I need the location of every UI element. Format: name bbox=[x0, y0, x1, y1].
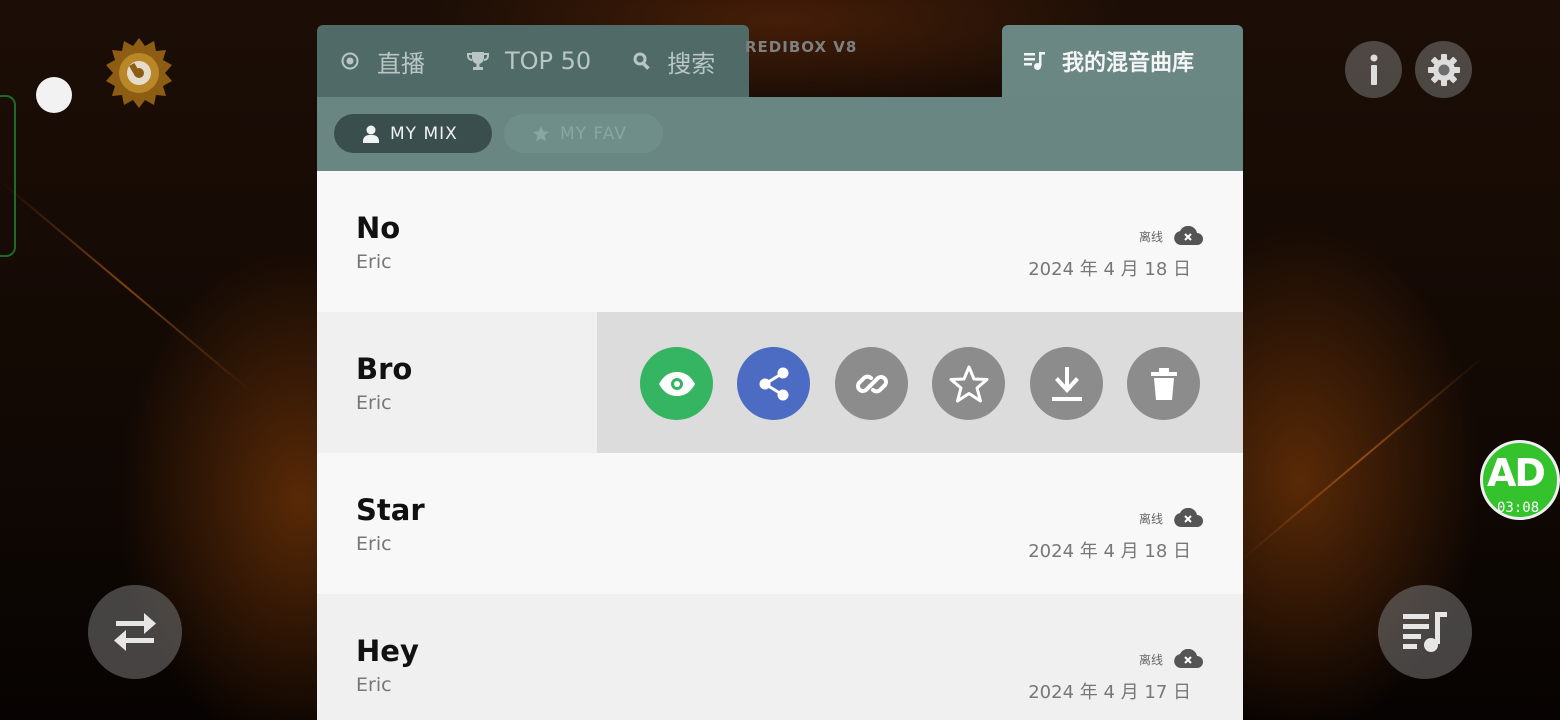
tab-search-label: 搜索 bbox=[667, 49, 716, 78]
tab-top50-label: TOP 50 bbox=[505, 47, 592, 75]
mix-date: 2024 年 4 月 17 日 bbox=[1028, 682, 1191, 703]
row-action-bar bbox=[597, 312, 1243, 453]
offline-label: 离线 bbox=[1138, 229, 1163, 244]
delete-button[interactable] bbox=[1127, 347, 1200, 420]
tab-bar: 直播 TOP 50 搜索 REDIBOX V8 我的混音曲库 bbox=[317, 24, 1243, 97]
playlist-button[interactable] bbox=[1378, 585, 1472, 679]
download-button[interactable] bbox=[1030, 347, 1103, 420]
mix-artist: Eric bbox=[356, 674, 392, 696]
download-icon bbox=[1051, 366, 1082, 401]
offline-label: 离线 bbox=[1138, 652, 1163, 667]
list-item[interactable]: Hey Eric 离线 2024 年 4 月 17 日 bbox=[317, 594, 1243, 720]
mix-title: Bro bbox=[356, 352, 413, 386]
subtab-bar: MY MIX MY FAV bbox=[317, 97, 1243, 171]
ad-label: AD bbox=[1487, 451, 1546, 495]
offline-label: 离线 bbox=[1138, 511, 1163, 526]
floating-dot[interactable] bbox=[36, 77, 72, 113]
ad-timer: 03:08 bbox=[1497, 500, 1540, 516]
side-drawer-handle[interactable] bbox=[0, 95, 16, 257]
brand-watermark: REDIBOX V8 bbox=[745, 38, 858, 56]
list-item[interactable]: No Eric 离线 2024 年 4 月 18 日 bbox=[317, 171, 1243, 312]
background-light-beam bbox=[0, 180, 254, 394]
gear-icon bbox=[1427, 53, 1460, 86]
info-button[interactable] bbox=[1345, 41, 1402, 98]
info-icon bbox=[1370, 54, 1377, 85]
favorite-button[interactable] bbox=[932, 347, 1005, 420]
cloud-off-icon bbox=[1174, 226, 1203, 245]
eye-icon bbox=[658, 371, 695, 396]
list-item[interactable]: Bro Eric bbox=[317, 312, 1243, 453]
search-icon bbox=[633, 52, 650, 70]
mix-artist: Eric bbox=[356, 392, 392, 414]
cloud-off-icon bbox=[1174, 508, 1203, 527]
swap-button[interactable] bbox=[88, 585, 182, 679]
mix-list: No Eric 离线 2024 年 4 月 18 日 Bro Eric Star… bbox=[317, 171, 1243, 720]
star-icon bbox=[949, 365, 988, 402]
mix-artist: Eric bbox=[356, 251, 392, 273]
mix-title: Hey bbox=[356, 634, 419, 668]
subtab-my-fav[interactable]: MY FAV bbox=[504, 114, 663, 153]
settings-button[interactable] bbox=[1415, 41, 1472, 98]
offline-status: 离线 bbox=[1139, 508, 1203, 528]
subtab-my-mix-label: MY MIX bbox=[390, 123, 458, 144]
view-button[interactable] bbox=[640, 347, 713, 420]
mix-date: 2024 年 4 月 18 日 bbox=[1028, 259, 1191, 280]
playlist-music-icon bbox=[1024, 52, 1045, 70]
trophy-icon bbox=[467, 52, 489, 70]
offline-status: 离线 bbox=[1139, 226, 1203, 246]
tab-search[interactable]: 搜索 bbox=[633, 44, 715, 79]
share-button[interactable] bbox=[737, 347, 810, 420]
subtab-my-fav-label: MY FAV bbox=[560, 123, 627, 144]
playlist-music-icon bbox=[1403, 612, 1447, 652]
mix-date: 2024 年 4 月 18 日 bbox=[1028, 541, 1191, 562]
trash-icon bbox=[1150, 367, 1177, 400]
copy-link-button[interactable] bbox=[835, 347, 908, 420]
tab-group: 直播 TOP 50 搜索 bbox=[317, 25, 749, 97]
swap-icon bbox=[114, 613, 156, 651]
tab-live[interactable]: 直播 bbox=[341, 44, 425, 79]
tab-live-label: 直播 bbox=[377, 49, 425, 78]
tab-my-library[interactable]: 我的混音曲库 bbox=[1002, 25, 1243, 97]
mix-artist: Eric bbox=[356, 533, 392, 555]
background-light-beam bbox=[1239, 354, 1486, 562]
mix-title: No bbox=[356, 211, 401, 245]
link-icon bbox=[855, 374, 888, 393]
cloud-off-icon bbox=[1174, 649, 1203, 668]
tab-my-library-label: 我的混音曲库 bbox=[1062, 51, 1195, 76]
ad-timer-badge[interactable]: AD 03:08 bbox=[1480, 440, 1560, 520]
vinyl-logo-icon[interactable] bbox=[104, 38, 174, 108]
person-icon bbox=[363, 125, 379, 143]
subtab-my-mix[interactable]: MY MIX bbox=[334, 114, 492, 153]
mix-library-panel: 直播 TOP 50 搜索 REDIBOX V8 我的混音曲库 MY MIX MY… bbox=[317, 24, 1243, 720]
offline-status: 离线 bbox=[1139, 649, 1203, 669]
radio-icon bbox=[341, 52, 359, 70]
star-icon bbox=[533, 125, 549, 141]
share-icon bbox=[759, 367, 788, 400]
list-item[interactable]: Star Eric 离线 2024 年 4 月 18 日 bbox=[317, 453, 1243, 594]
tab-top50[interactable]: TOP 50 bbox=[467, 47, 591, 75]
mix-title: Star bbox=[356, 493, 425, 527]
